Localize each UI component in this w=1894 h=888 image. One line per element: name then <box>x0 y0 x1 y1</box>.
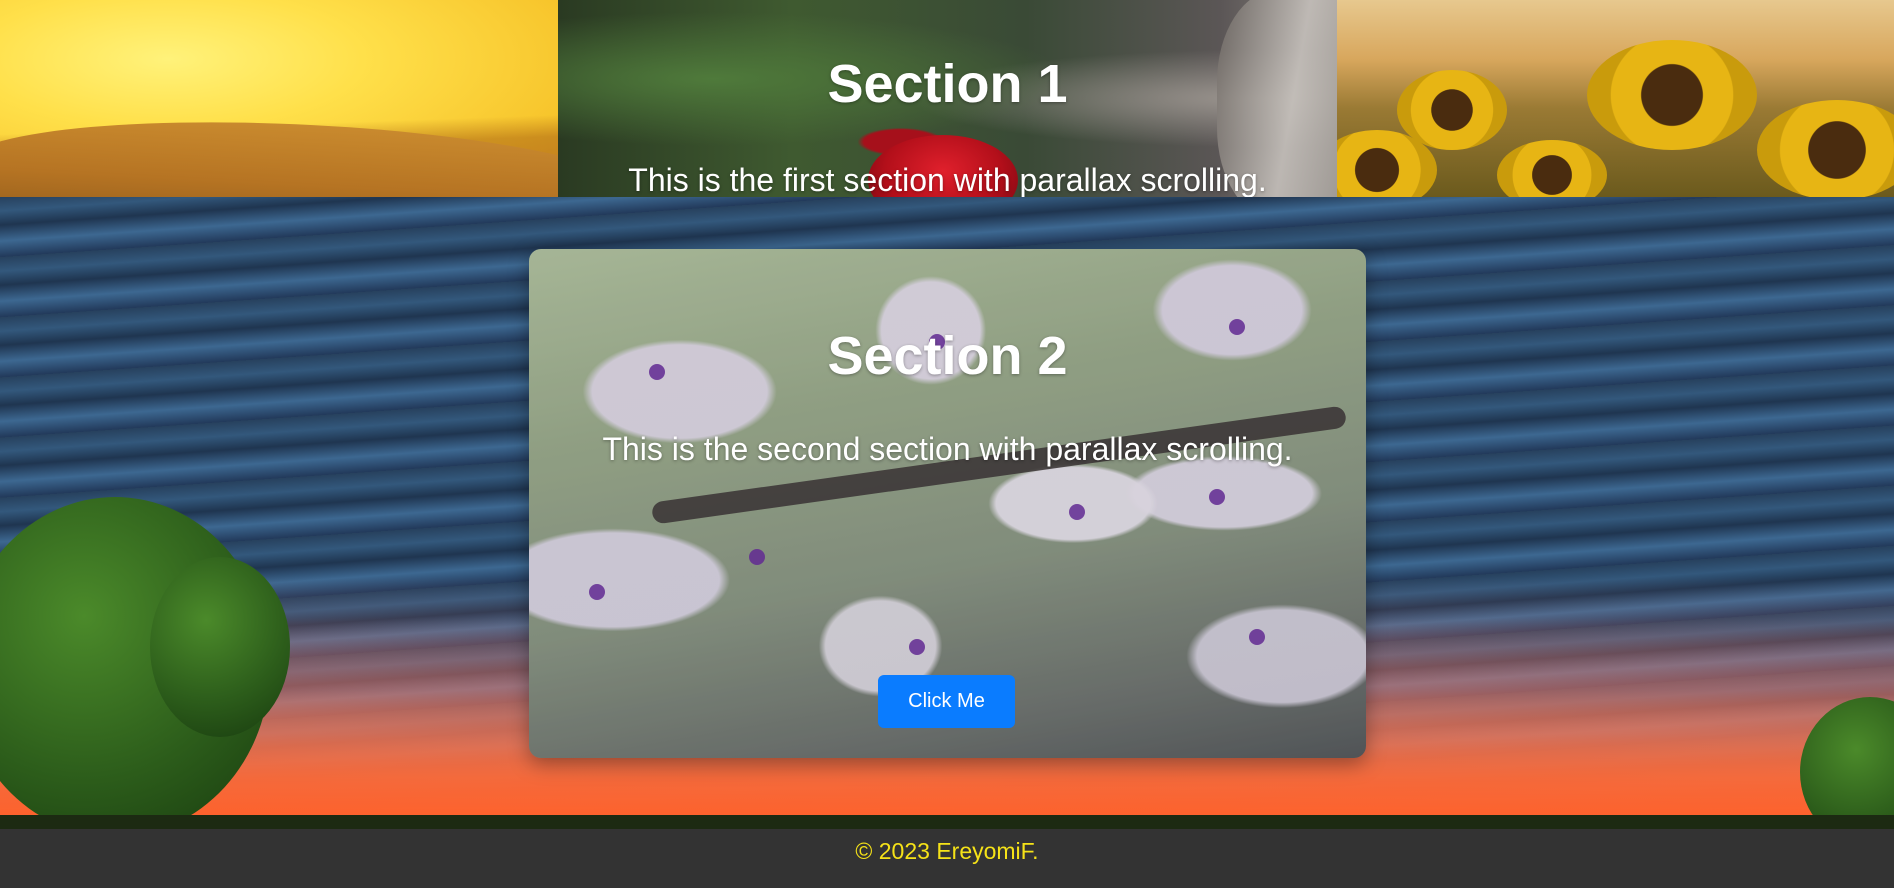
section-2-heading: Section 2 <box>827 326 1068 386</box>
footer: © 2023 EreyomiF. <box>0 829 1894 888</box>
section-1: Section 1 This is the first section with… <box>0 0 1894 197</box>
footer-copyright: © 2023 EreyomiF. <box>855 838 1039 864</box>
wheat-field-background <box>0 0 663 197</box>
page: Section 1 This is the first section with… <box>0 0 1894 888</box>
sunflower-background <box>1317 0 1894 197</box>
section-1-text: This is the first section with parallax … <box>628 162 1267 197</box>
section-1-card: Section 1 This is the first section with… <box>558 0 1337 197</box>
section-1-heading: Section 1 <box>827 54 1068 114</box>
treeline <box>0 815 1894 829</box>
section-2-text: This is the second section with parallax… <box>602 431 1293 467</box>
section-2-card: Section 2 This is the second section wit… <box>529 249 1366 758</box>
tree-left-small <box>150 557 290 737</box>
click-me-button[interactable]: Click Me <box>878 675 1015 728</box>
